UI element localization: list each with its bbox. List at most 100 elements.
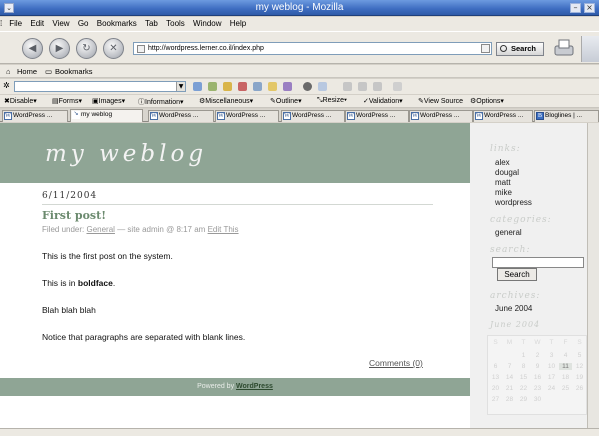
blog-title[interactable]: my weblog <box>45 141 207 167</box>
info-icon[interactable] <box>303 82 312 91</box>
location-combo[interactable]: ▼ <box>14 81 186 92</box>
chevron-down-icon[interactable]: ▼ <box>176 82 185 91</box>
calendar-day: 15 <box>519 374 528 381</box>
bookmarks-link[interactable]: Bookmarks <box>55 67 93 76</box>
calendar-day: 19 <box>575 374 584 381</box>
devtool-options[interactable]: ⚙Options▾ <box>470 97 504 105</box>
gear-icon[interactable]: ✲ <box>3 81 10 90</box>
archives-heading: archives: <box>490 291 541 301</box>
tab-wordpress-5[interactable]: W WordPress ... <box>345 110 409 122</box>
tool-icon-1[interactable] <box>193 82 202 91</box>
post-date: 6/11/2004 <box>42 191 98 201</box>
devtool-images[interactable]: ▣Images▾ <box>92 97 125 105</box>
menu-go[interactable]: Go <box>75 17 92 28</box>
forward-icon[interactable]: ▶ <box>49 38 70 59</box>
devtool-information[interactable]: ⓘInformation▾ <box>138 97 184 107</box>
tool-icon-7[interactable] <box>283 82 292 91</box>
tab-wordpress-2[interactable]: W WordPress ... <box>148 110 214 122</box>
tab-bloglines[interactable]: B Bloglines | ... <box>534 110 599 122</box>
calendar-day[interactable]: 11 <box>559 363 572 370</box>
footer-text: Powered by <box>197 383 235 390</box>
devtool-miscellaneous[interactable]: ⚙Miscellaneous▾ <box>199 97 253 105</box>
tool-icon-2[interactable] <box>208 82 217 91</box>
sidebar-link-mike[interactable]: mike <box>495 188 512 197</box>
menu-file[interactable]: File <box>6 17 25 28</box>
tool-icon-10[interactable] <box>358 82 367 91</box>
blog-footer: Powered by WordPress <box>0 378 470 396</box>
tab-wordpress-1[interactable]: W WordPress ... <box>2 110 68 122</box>
calendar: S M T W T F S 1 2 3 4 5 6 7 8 9 10 11 12 13 14 15 16 17 18 19 20 21… <box>487 335 587 415</box>
post-title[interactable]: First post! <box>42 209 106 222</box>
sidebar-search-input[interactable] <box>492 257 584 268</box>
tool-icon-8[interactable] <box>318 82 327 91</box>
wordpress-link[interactable]: WordPress <box>236 383 273 390</box>
minimize-icon[interactable]: – <box>570 3 581 13</box>
tab-wordpress-3[interactable]: W WordPress ... <box>215 110 279 122</box>
menubar: ⁞ File Edit View Go Bookmarks Tab Tools … <box>0 17 599 31</box>
blog-header: my weblog <box>0 123 470 183</box>
sidebar-search-button[interactable]: Search <box>497 268 537 281</box>
menu-edit[interactable]: Edit <box>27 17 47 28</box>
navigation-toolbar: ◀ ▶ ↻ ✕ http://wordpress.lerner.co.il/in… <box>0 31 599 64</box>
link-icon: ↘ <box>72 111 80 119</box>
devtool-disable[interactable]: ✖Disable▾ <box>4 97 37 105</box>
archive-june-2004[interactable]: June 2004 <box>495 304 532 313</box>
home-link[interactable]: Home <box>17 67 37 76</box>
comments-link[interactable]: Comments (0) <box>369 358 423 368</box>
tool-icon-12[interactable] <box>393 82 402 91</box>
menu-bookmarks[interactable]: Bookmarks <box>94 17 140 28</box>
calendar-day: 6 <box>493 363 498 370</box>
calendar-day: 26 <box>575 385 584 392</box>
tool-icon-4[interactable] <box>238 82 247 91</box>
sidebar-category-general[interactable]: general <box>495 228 522 237</box>
tool-icon-5[interactable] <box>253 82 262 91</box>
devtool-validation[interactable]: ✓Validation▾ <box>363 97 403 105</box>
tab-wordpress-4[interactable]: W WordPress ... <box>281 110 345 122</box>
tool-icon-3[interactable] <box>223 82 232 91</box>
devtool-outline[interactable]: ✎Outline▾ <box>270 97 302 105</box>
stop-icon[interactable]: ✕ <box>103 38 124 59</box>
devtool-forms[interactable]: ▤Forms▾ <box>52 97 82 105</box>
url-input[interactable]: http://wordpress.lerner.co.il/index.php <box>133 42 492 55</box>
menu-view[interactable]: View <box>49 17 72 28</box>
print-icon[interactable] <box>552 38 576 58</box>
tool-icon-9[interactable] <box>343 82 352 91</box>
calendar-day-header: S <box>493 339 498 346</box>
url-text: http://wordpress.lerner.co.il/index.php <box>148 45 264 52</box>
menu-help[interactable]: Help <box>227 17 249 28</box>
tool-icon-11[interactable] <box>373 82 382 91</box>
calendar-day: 23 <box>533 385 542 392</box>
links-heading: links: <box>490 144 521 154</box>
vertical-scrollbar[interactable] <box>587 123 599 428</box>
wordpress-icon: W <box>283 112 291 120</box>
post-paragraph: This is the first post on the system. <box>42 251 173 261</box>
wordpress-icon: W <box>217 112 225 120</box>
devtool-view-source[interactable]: ✎View Source <box>418 97 463 105</box>
close-icon[interactable]: × <box>584 3 595 13</box>
menu-tools[interactable]: Tools <box>163 17 188 28</box>
reload-icon[interactable]: ↻ <box>76 38 97 59</box>
tab-wordpress-6[interactable]: W WordPress ... <box>409 110 473 122</box>
sidebar-link-alex[interactable]: alex <box>495 158 510 167</box>
menu-tab[interactable]: Tab <box>142 17 161 28</box>
calendar-day-header: F <box>563 339 568 346</box>
tab-wordpress-7[interactable]: W WordPress ... <box>473 110 533 122</box>
back-icon[interactable]: ◀ <box>22 38 43 59</box>
tab-my-weblog[interactable]: ↘ my weblog <box>70 109 143 122</box>
menu-window[interactable]: Window <box>190 17 224 28</box>
status-bar <box>0 428 599 436</box>
sidebar-link-wordpress[interactable]: wordpress <box>495 198 532 207</box>
sidebar-link-dougal[interactable]: dougal <box>495 168 519 177</box>
search-button[interactable]: Search <box>496 42 544 56</box>
edit-this-link[interactable]: Edit This <box>208 225 239 234</box>
page-favicon-icon <box>137 45 145 53</box>
category-link[interactable]: General <box>86 225 114 234</box>
url-go-icon[interactable] <box>481 44 490 53</box>
devtool-resize[interactable]: ⤡Resize▾ <box>317 97 347 105</box>
post-paragraph: Notice that paragraphs are separated wit… <box>42 332 246 342</box>
window-titlebar: ⌄ my weblog - Mozilla – × <box>0 0 599 16</box>
wordpress-icon: W <box>411 112 419 120</box>
tool-icon-6[interactable] <box>268 82 277 91</box>
sidebar-link-matt[interactable]: matt <box>495 178 511 187</box>
throbber-icon <box>581 36 599 62</box>
